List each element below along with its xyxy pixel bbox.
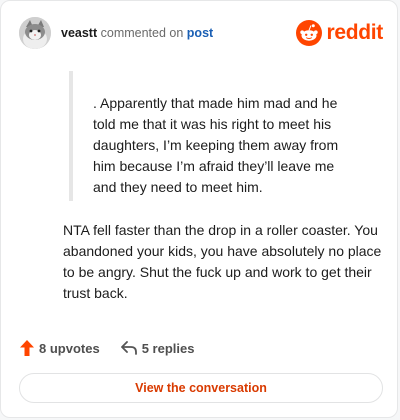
brand-wordmark: reddit (326, 21, 383, 44)
view-conversation-button[interactable]: View the conversation (19, 373, 383, 403)
reddit-logo[interactable]: reddit (296, 19, 383, 47)
action-text: commented on (100, 26, 184, 40)
post-link[interactable]: post (187, 26, 213, 40)
comment-body: NTA fell faster than the drop in a rolle… (63, 222, 382, 301)
header-text: veastt commented on post (61, 26, 213, 40)
replies-count: 5 replies (141, 340, 195, 356)
quoted-text-block: . Apparently that made him mad and he to… (69, 71, 359, 201)
reply-arrow-icon (120, 341, 137, 355)
card-header: veastt commented on post reddit (19, 17, 383, 51)
username[interactable]: veastt (61, 26, 97, 40)
cat-avatar-icon (19, 17, 51, 49)
reddit-snoo-icon (296, 20, 323, 46)
comment-actions: 8 upvotes 5 replies (19, 337, 194, 359)
comment-card: veastt commented on post reddit . Appare… (0, 0, 398, 418)
quoted-text: . Apparently that made him mad and he to… (93, 95, 339, 195)
replies-button[interactable]: 5 replies (120, 340, 195, 356)
upvote-arrow-icon (20, 340, 34, 356)
avatar[interactable] (19, 17, 51, 49)
upvote-button[interactable]: 8 upvotes (19, 339, 100, 357)
upvotes-count: 8 upvotes (39, 340, 100, 356)
